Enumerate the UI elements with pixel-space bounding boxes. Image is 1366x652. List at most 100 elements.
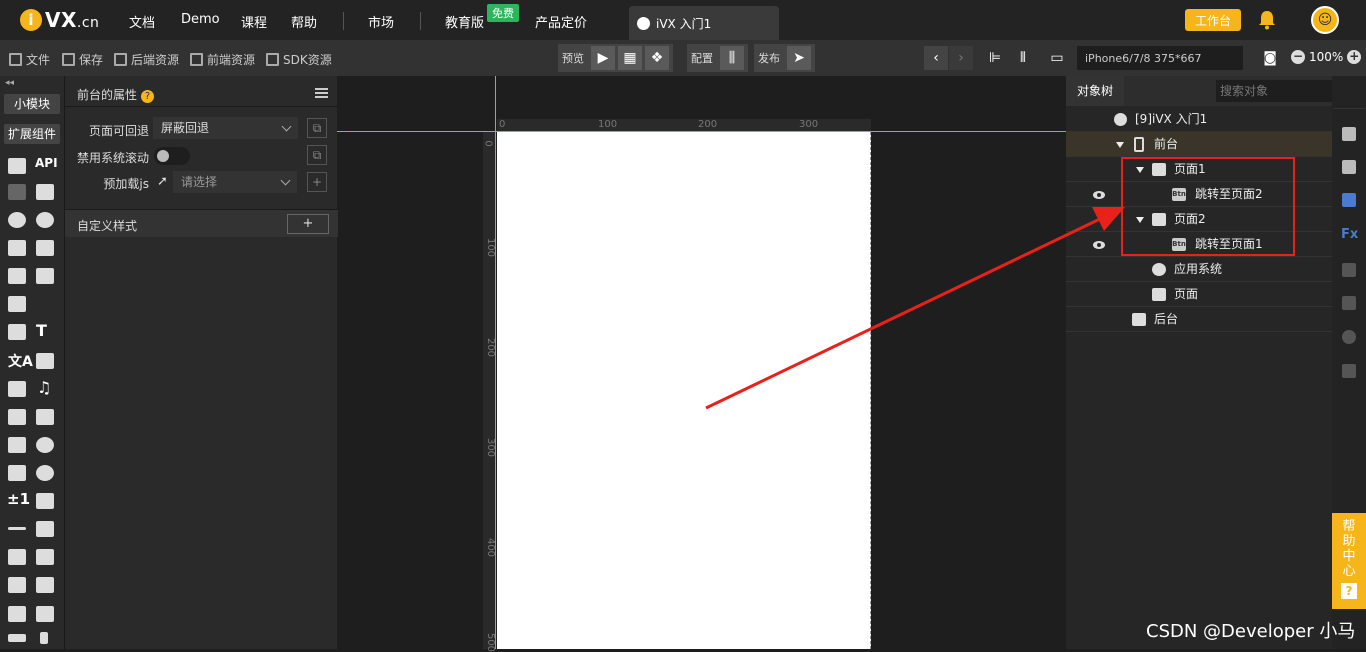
nav-docs[interactable]: 文档 <box>129 12 155 31</box>
button-icon[interactable] <box>8 381 26 397</box>
help-icon[interactable]: ? <box>141 90 155 103</box>
map-pin-icon[interactable] <box>8 465 26 481</box>
edit-icon[interactable] <box>36 353 54 369</box>
align-bottom-icon[interactable]: ⫴ <box>1011 46 1035 70</box>
extend-components-button[interactable]: 扩展组件 <box>4 124 60 144</box>
live-video-icon[interactable] <box>36 577 54 593</box>
eye-icon[interactable] <box>1093 191 1105 199</box>
link-circle-icon[interactable] <box>36 212 54 228</box>
api-icon[interactable]: API <box>35 156 58 170</box>
image-settings-icon[interactable] <box>36 521 54 537</box>
text-icon[interactable]: T <box>36 321 47 340</box>
ivx-logo[interactable]: i VX.cn <box>20 8 99 32</box>
small-module-button[interactable]: 小模块 <box>4 94 60 114</box>
sdk-resources-button[interactable]: SDK资源 <box>266 51 332 68</box>
sliders-icon[interactable]: ⫼ <box>720 46 744 70</box>
back-select[interactable]: 屏蔽回退 <box>153 117 298 139</box>
api-settings-icon[interactable] <box>36 549 54 565</box>
bell-icon[interactable] <box>1258 10 1276 30</box>
nav-education[interactable]: 教育版 <box>445 12 484 31</box>
document-icon[interactable] <box>8 437 26 453</box>
help-center-button[interactable]: 帮助中心 ? <box>1332 513 1366 609</box>
menu-icon[interactable] <box>315 88 328 98</box>
page-icon[interactable] <box>8 606 26 622</box>
copy-icon[interactable] <box>8 268 26 284</box>
zoom-in-icon[interactable]: + <box>1347 50 1362 64</box>
tree-item-frontend[interactable]: 前台 <box>1066 132 1332 157</box>
sql-icon[interactable] <box>1342 364 1356 378</box>
qrcode-icon[interactable]: ▦ <box>618 46 642 70</box>
tree-item-backend[interactable]: 后台 <box>1066 307 1332 332</box>
settings-icon[interactable] <box>1342 160 1356 174</box>
send-icon[interactable]: ➤ <box>787 46 811 70</box>
icon-component-icon[interactable] <box>36 465 54 481</box>
video-icon[interactable] <box>8 409 26 425</box>
workbench-button[interactable]: 工作台 <box>1185 9 1241 31</box>
nav-demo[interactable]: Demo <box>181 12 220 27</box>
nav-pricing[interactable]: 产品定价 <box>535 12 587 31</box>
copy-object-icon[interactable] <box>1342 263 1356 277</box>
copy-icon[interactable]: ⧉ <box>307 145 327 165</box>
screenshot-icon[interactable]: ◙ <box>1258 46 1282 70</box>
tree-item-app-system[interactable]: 应用系统 <box>1066 257 1332 282</box>
global-icon[interactable] <box>1342 330 1356 344</box>
video-player-icon[interactable] <box>36 409 54 425</box>
device-selector[interactable]: iPhone6/7/8 375*667 <box>1077 46 1243 70</box>
tree-item-root[interactable]: [9]iVX 入门1 <box>1066 107 1332 132</box>
page-canvas[interactable] <box>497 132 871 649</box>
nav-help[interactable]: 帮助 <box>291 12 317 31</box>
collapse-icon[interactable]: ◂◂ <box>5 78 14 88</box>
align-left-icon[interactable]: ⊫ <box>983 46 1007 70</box>
qrcode-component-icon[interactable] <box>36 493 54 509</box>
cloud-mqtt-icon[interactable] <box>36 184 54 200</box>
info-icon[interactable] <box>1342 127 1356 141</box>
download-icon[interactable] <box>8 296 26 312</box>
forward-arrow-icon[interactable]: › <box>949 46 973 70</box>
cube-icon[interactable] <box>8 158 26 174</box>
music-icon[interactable]: ♫ <box>37 378 51 397</box>
counter-icon[interactable]: ±1 <box>7 490 30 508</box>
guide-line-vertical[interactable] <box>495 76 496 649</box>
tab-object-tree[interactable]: 对象树 <box>1066 76 1124 106</box>
share-icon[interactable]: ❖ <box>645 46 669 70</box>
back-arrow-icon[interactable]: ‹ <box>924 46 948 70</box>
copy-icon[interactable]: ⧉ <box>307 118 327 138</box>
frontend-resources-button[interactable]: 前端资源 <box>190 51 255 68</box>
upload-file-icon[interactable] <box>36 240 54 256</box>
live-icon[interactable] <box>8 577 26 593</box>
guide-line-horizontal[interactable] <box>337 131 1066 132</box>
browser-icon[interactable] <box>36 437 54 453</box>
divider-line-icon[interactable] <box>8 527 26 530</box>
user-avatar[interactable]: ☺ <box>1311 6 1339 34</box>
vertical-slider-icon[interactable] <box>40 632 48 644</box>
nav-courses[interactable]: 课程 <box>241 12 267 31</box>
disable-scroll-toggle[interactable] <box>154 147 190 165</box>
device-icon[interactable]: ▭ <box>1045 46 1069 70</box>
wechat-icon[interactable] <box>8 240 26 256</box>
zoom-out-icon[interactable]: − <box>1291 50 1305 64</box>
tree-item-page[interactable]: 页面 <box>1066 282 1332 307</box>
file-button[interactable]: 文件 <box>9 51 50 68</box>
preload-select[interactable]: 请选择 <box>173 171 297 193</box>
collapse-arrow-icon[interactable] <box>1116 142 1124 148</box>
cursor-icon[interactable]: ➚ <box>157 174 168 189</box>
nav-market[interactable]: 市场 <box>368 12 394 31</box>
add-style-button[interactable]: + <box>287 214 329 234</box>
play-icon[interactable]: ▶ <box>591 46 615 70</box>
pages-icon[interactable] <box>36 606 54 622</box>
save-button[interactable]: 保存 <box>62 51 103 68</box>
button-settings-icon[interactable] <box>8 549 26 565</box>
window-icon[interactable] <box>36 268 54 284</box>
translate-icon[interactable]: 文A <box>8 351 33 371</box>
interaction-icon[interactable] <box>1342 193 1356 207</box>
add-preload-button[interactable]: + <box>307 172 327 192</box>
image-icon[interactable] <box>8 324 26 340</box>
function-icon[interactable]: Fx <box>1341 227 1358 242</box>
backend-resources-button[interactable]: 后端资源 <box>114 51 179 68</box>
eye-icon[interactable] <box>1093 241 1105 249</box>
gear-icon[interactable] <box>8 212 26 228</box>
swap-icon[interactable] <box>1342 296 1356 310</box>
network-icon[interactable] <box>8 184 26 200</box>
slider-icon[interactable] <box>8 634 26 642</box>
project-tab[interactable]: iVX 入门1 <box>629 6 779 40</box>
